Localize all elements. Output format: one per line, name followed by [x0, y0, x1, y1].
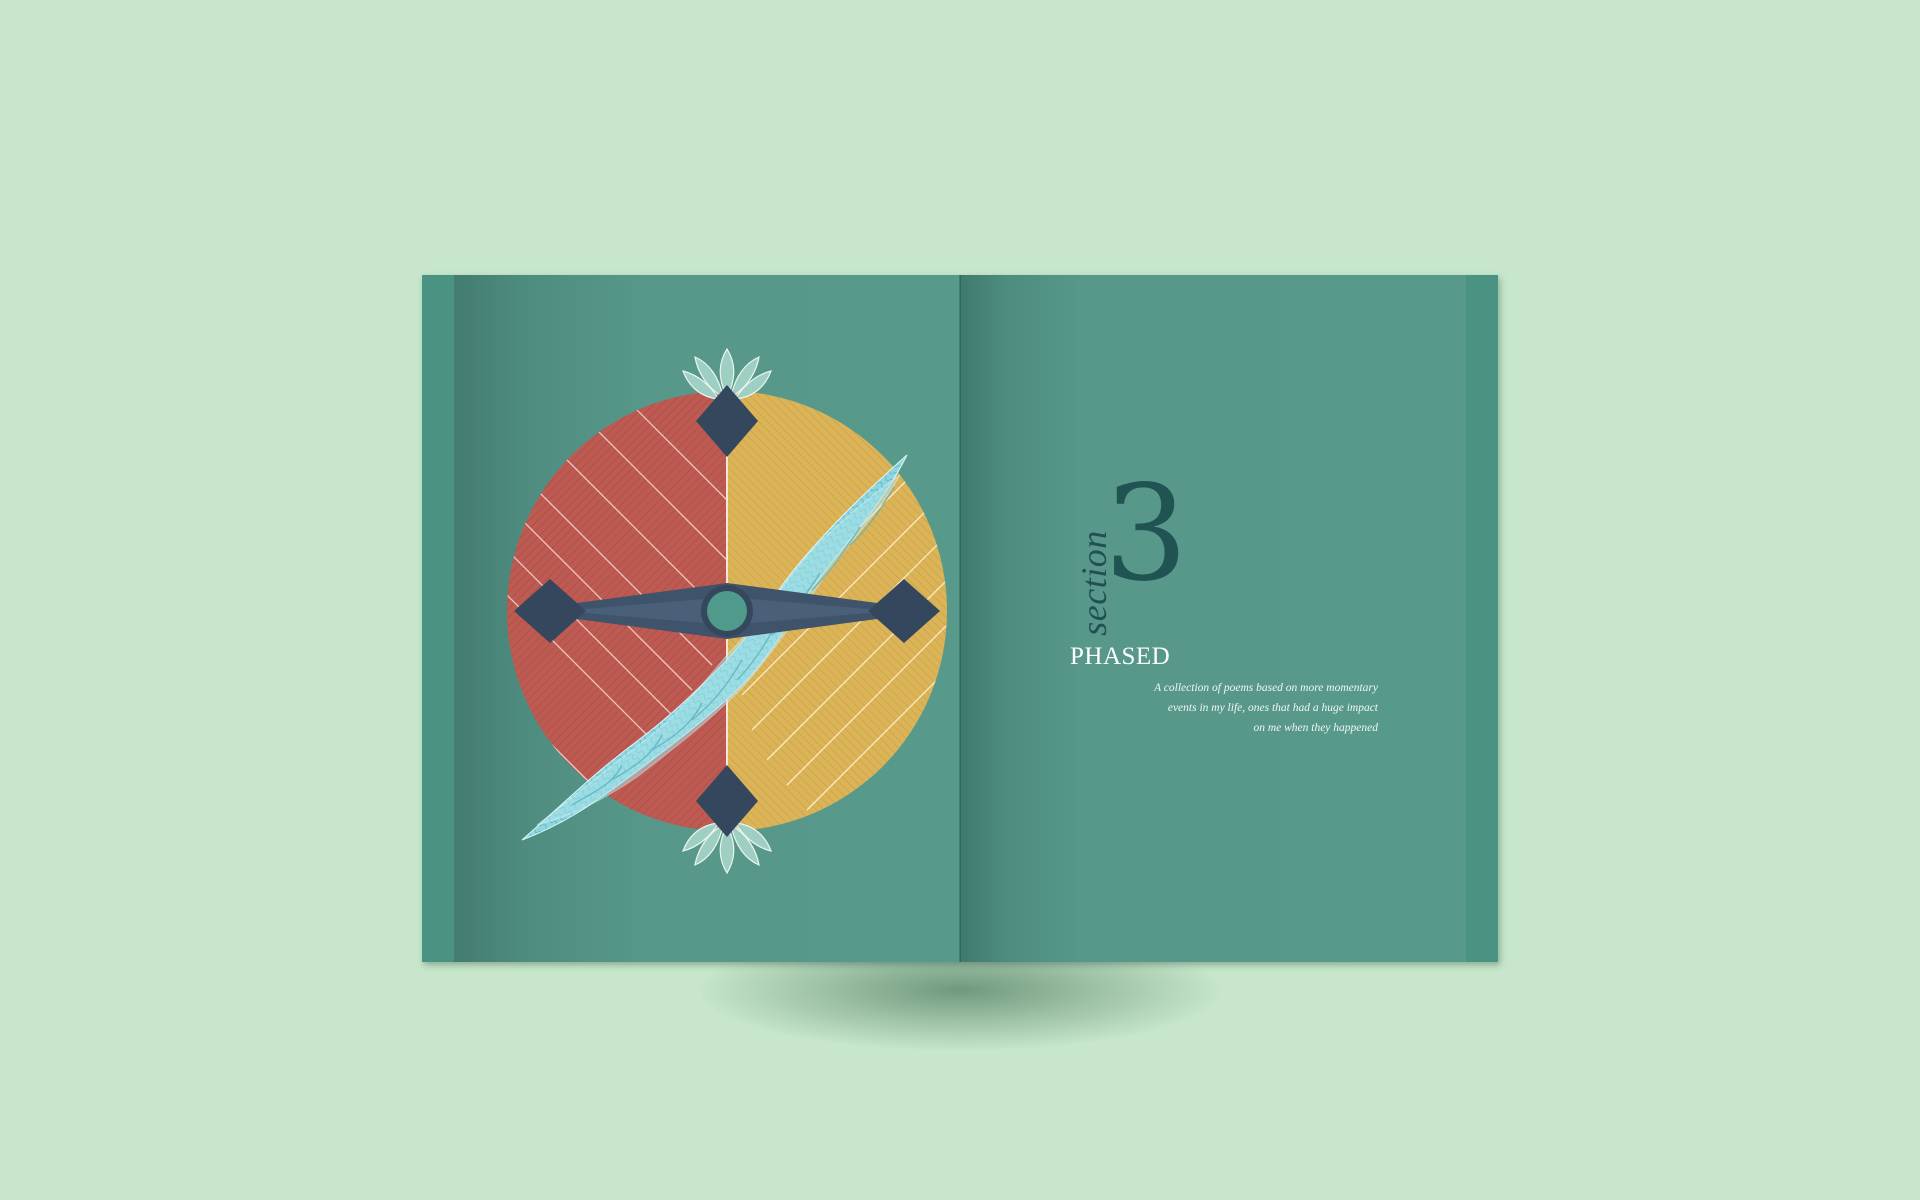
- description-line: on me when they happened: [1253, 722, 1378, 734]
- book-gutter: [959, 275, 961, 962]
- stage: section 3 PHASED A collection of poems b…: [0, 0, 1920, 1200]
- section-description: A collection of poems based on more mome…: [1078, 678, 1378, 738]
- section-title: PHASED: [1070, 643, 1171, 670]
- cover-edge-right: [1466, 275, 1498, 962]
- cover-edge-left: [422, 275, 454, 962]
- section-title-block: section 3 PHASED A collection of poems b…: [1068, 468, 1378, 750]
- description-line: events in my life, ones that had a huge …: [1167, 702, 1378, 714]
- compass-flower-icon: [502, 335, 952, 895]
- section-number: 3: [1104, 457, 1188, 611]
- description-line: A collection of poems based on more mome…: [1154, 682, 1378, 694]
- left-page: [454, 275, 960, 962]
